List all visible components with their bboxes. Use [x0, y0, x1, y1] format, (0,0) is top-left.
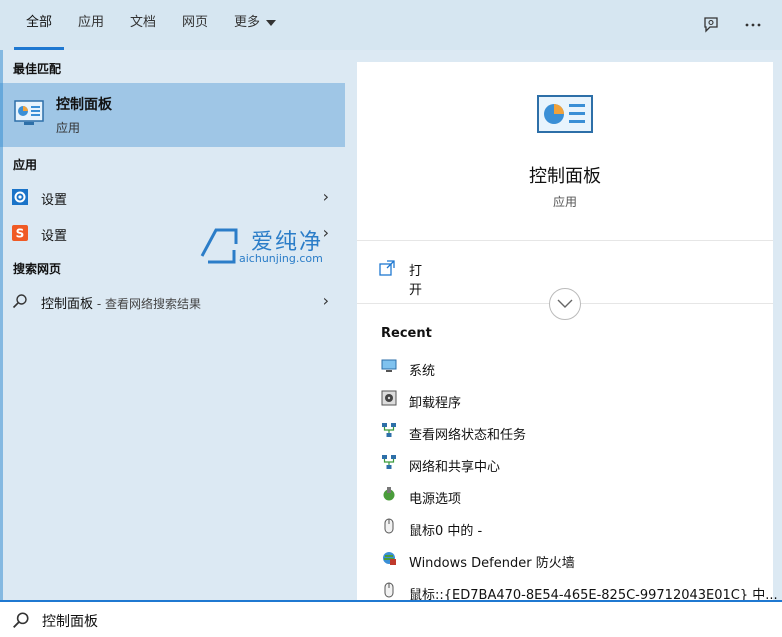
- watermark: 爱纯净 aichunjing.com: [196, 224, 346, 266]
- recent-item[interactable]: 鼠标0 中的 -: [381, 516, 773, 540]
- top-bar: 全部 应用 文档 网页 更多: [0, 0, 782, 50]
- best-match-subtitle: 应用: [56, 121, 81, 135]
- feedback-icon[interactable]: [698, 12, 724, 38]
- recent-item[interactable]: 卸载程序: [381, 388, 773, 412]
- open-icon: [379, 260, 395, 276]
- mouse-icon: [384, 518, 394, 534]
- watermark-url: aichunjing.com: [239, 252, 323, 265]
- recent-item[interactable]: 电源选项: [381, 484, 773, 508]
- recent-item-label: 鼠标0 中的 -: [409, 524, 483, 539]
- firewall-icon: [383, 552, 396, 565]
- network-icon: [382, 423, 396, 437]
- recent-item-label: 系统: [409, 364, 436, 379]
- recent-item[interactable]: 系统: [381, 356, 773, 380]
- open-label: 打开: [409, 264, 423, 298]
- recent-item-label: 卸载程序: [409, 396, 462, 411]
- recent-item[interactable]: Windows Defender 防火墙: [381, 548, 773, 572]
- chevron-right-icon[interactable]: ›: [323, 291, 329, 310]
- search-icon: [13, 612, 29, 628]
- chevron-down-icon: [266, 19, 277, 26]
- recent-item[interactable]: 查看网络状态和任务: [381, 420, 773, 444]
- best-match-item[interactable]: 控制面板 应用: [0, 83, 345, 147]
- tab-documents[interactable]: 文档: [130, 0, 156, 50]
- watermark-logo-icon: [200, 228, 238, 264]
- tab-apps[interactable]: 应用: [78, 0, 104, 50]
- chevron-right-icon[interactable]: ›: [323, 187, 329, 206]
- uninstall-icon: [381, 390, 397, 406]
- control-panel-icon: [14, 100, 44, 125]
- left-edge-accent: [0, 50, 3, 600]
- chevron-down-icon: [557, 299, 573, 308]
- divider: [357, 240, 773, 241]
- recent-item-label: 电源选项: [409, 492, 462, 507]
- web-search-query: 控制面板: [41, 297, 94, 312]
- app-item-label: 设置: [41, 229, 68, 244]
- results-panel: 最佳匹配 控制面板 应用 应用 设置 › S 设置 › 搜索网页 控制面板 - …: [0, 50, 345, 600]
- tab-all[interactable]: 全部: [13, 0, 65, 50]
- search-bar: [0, 600, 782, 637]
- recent-header: Recent: [381, 326, 432, 341]
- mouse-icon: [384, 582, 394, 598]
- tab-web[interactable]: 网页: [182, 0, 208, 50]
- app-item-settings[interactable]: 设置 ›: [0, 180, 345, 214]
- search-icon: [12, 294, 27, 309]
- app-item-label: 设置: [41, 193, 68, 208]
- tab-more-label: 更多: [234, 15, 261, 30]
- monitor-icon: [381, 359, 397, 372]
- preview-title: 控制面板: [529, 166, 601, 187]
- best-match-title: 控制面板: [56, 97, 112, 113]
- preview-subtitle: 应用: [552, 195, 577, 209]
- web-search-label: 控制面板 - 查看网络搜索结果: [41, 293, 201, 312]
- power-icon: [383, 487, 395, 501]
- recent-item-label: 查看网络状态和任务: [409, 428, 527, 443]
- control-panel-icon: [537, 95, 593, 133]
- gear-icon: [12, 189, 28, 205]
- tab-more[interactable]: 更多: [234, 0, 277, 50]
- apps-header: 应用: [13, 158, 38, 172]
- search-input[interactable]: [40, 609, 644, 633]
- recent-item-label: 网络和共享中心: [409, 460, 501, 475]
- web-search-result[interactable]: 控制面板 - 查看网络搜索结果 ›: [0, 284, 345, 318]
- network-icon: [382, 455, 396, 469]
- expand-button[interactable]: [549, 288, 581, 320]
- web-search-suffix: - 查看网络搜索结果: [93, 297, 201, 311]
- sogou-icon: S: [12, 225, 28, 241]
- preview-panel: 控制面板 应用 打开 Recent 系统 卸载程序 查看网络状态和任务 网络和共…: [357, 62, 778, 603]
- recent-item-label: Windows Defender 防火墙: [409, 556, 575, 571]
- web-search-header: 搜索网页: [13, 262, 62, 276]
- best-match-header: 最佳匹配: [13, 62, 62, 76]
- ellipsis-icon[interactable]: [740, 12, 766, 38]
- svg-text:S: S: [16, 227, 25, 241]
- recent-item[interactable]: 网络和共享中心: [381, 452, 773, 476]
